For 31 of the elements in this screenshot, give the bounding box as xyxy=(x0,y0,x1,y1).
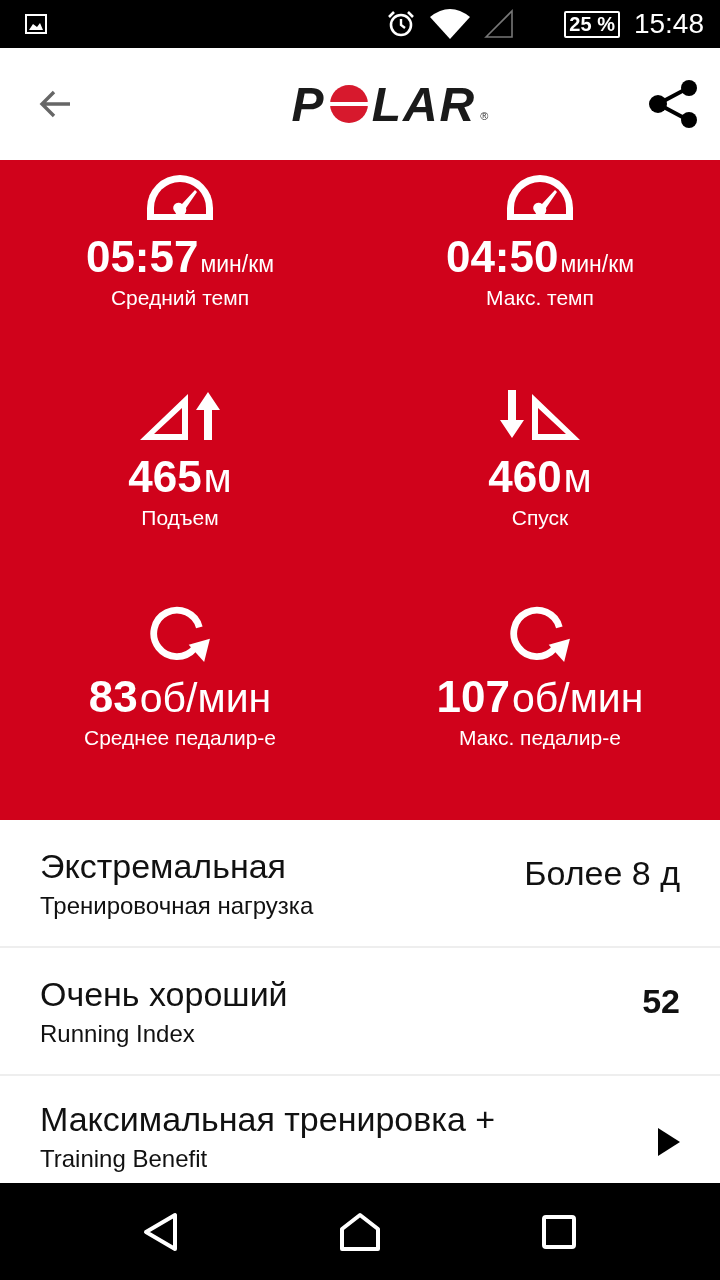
wifi-icon xyxy=(430,9,471,39)
stat-label: Спуск xyxy=(511,506,569,531)
battery-indicator: 25 % xyxy=(564,10,620,38)
row-subtitle: Тренировочная нагрузка xyxy=(40,891,314,920)
back-icon[interactable] xyxy=(143,1211,179,1252)
clock: 15:48 xyxy=(633,8,704,40)
stat-label: Макс. педалир-е xyxy=(459,726,621,751)
recent-apps-icon[interactable] xyxy=(541,1213,577,1250)
play-arrow-icon xyxy=(658,1128,680,1156)
image-icon xyxy=(24,12,48,36)
stat-value: 04:50 мин/км xyxy=(445,234,635,281)
stat-value: 05:57 мин/км xyxy=(85,234,275,281)
home-icon[interactable] xyxy=(339,1211,381,1252)
row-subtitle: Running Index xyxy=(40,1019,196,1048)
stat-value: 465м xyxy=(128,454,232,501)
stat-label: Подъем xyxy=(141,506,219,531)
stat-label: Средний темп xyxy=(110,286,250,311)
row-value: Более 8 д xyxy=(524,854,680,893)
stat-value: 83об/мин xyxy=(88,674,272,721)
stat-label: Макс. темп xyxy=(486,286,594,311)
share-icon[interactable] xyxy=(648,79,700,129)
stat-value: 460м xyxy=(488,454,592,501)
cell-signal-icon xyxy=(484,9,515,39)
stat-value: 107об/мин xyxy=(436,674,644,721)
stat-label: Среднее педалир-е xyxy=(84,726,276,751)
row-subtitle: Training Benefit xyxy=(40,1145,209,1173)
row-title: Очень хороший xyxy=(40,974,288,1014)
row-title: Максимальная тренировка + xyxy=(40,1100,496,1139)
brand-logo: P LAR® xyxy=(291,76,489,132)
row-value: 52 xyxy=(642,982,680,1021)
row-title: Экстремальная xyxy=(40,846,288,886)
